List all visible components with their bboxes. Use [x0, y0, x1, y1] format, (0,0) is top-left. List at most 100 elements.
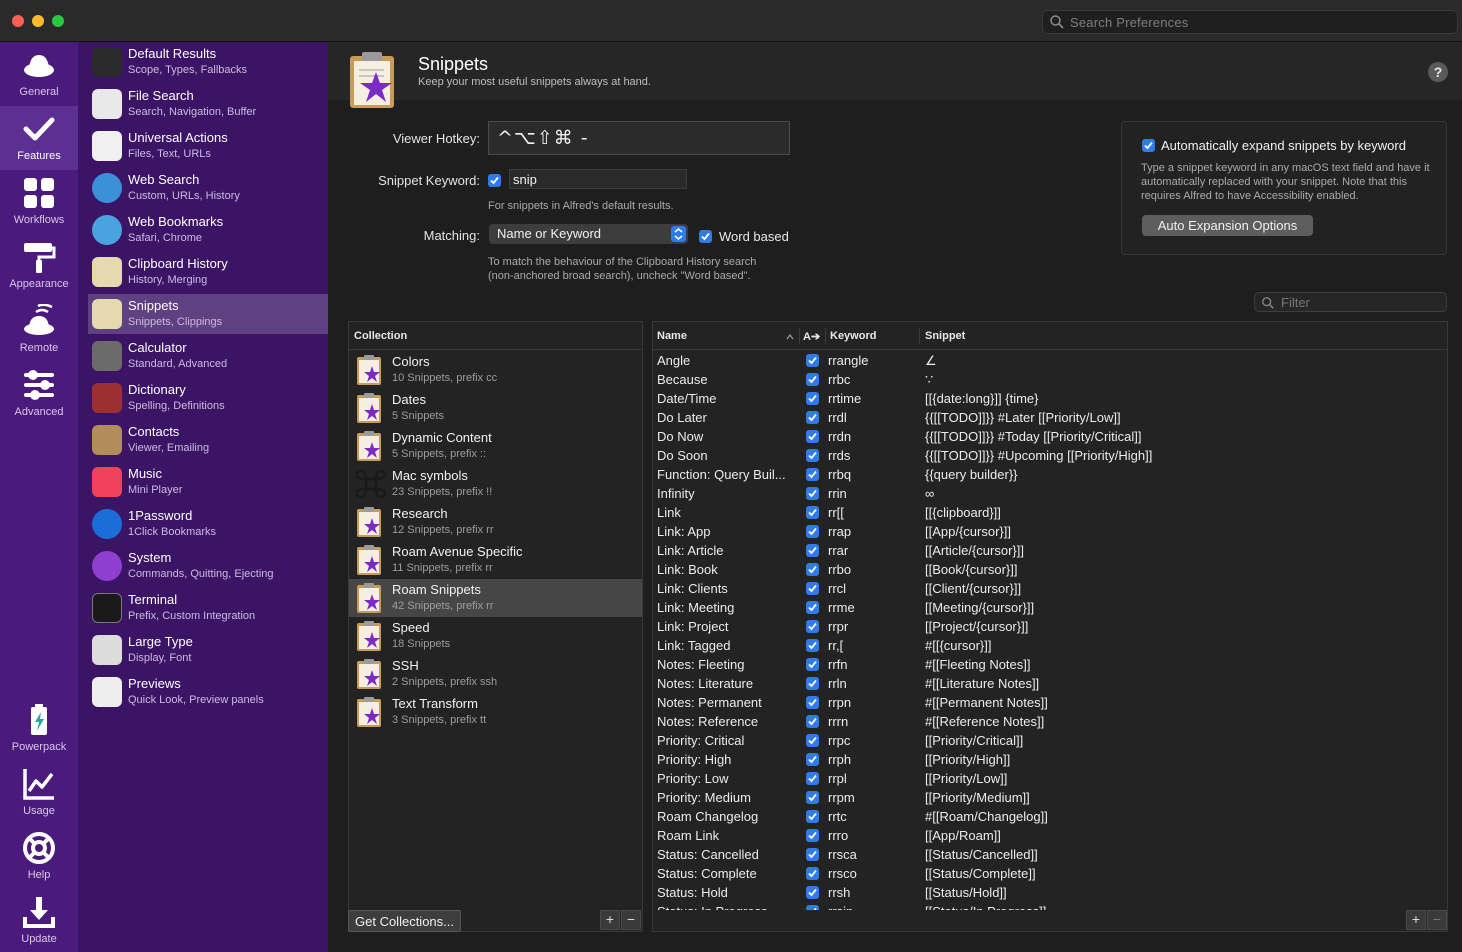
auto-expand-row-checkbox[interactable] — [806, 677, 819, 690]
auto-expand-row-checkbox[interactable] — [806, 639, 819, 652]
rail-item-general[interactable]: General — [0, 42, 78, 106]
table-row[interactable]: Infinity rrin ∞ — [653, 484, 1447, 503]
rail-item-workflows[interactable]: Workflows — [0, 170, 78, 234]
collection-item[interactable]: Dynamic Content 5 Snippets, prefix :: — [349, 427, 642, 465]
rail-item-advanced[interactable]: Advanced — [0, 362, 78, 426]
table-row[interactable]: Because rrbc ∵ — [653, 370, 1447, 389]
auto-expand-row-checkbox[interactable] — [806, 525, 819, 538]
rail-item-powerpack[interactable]: Powerpack — [0, 697, 78, 761]
collection-item[interactable]: Roam Avenue Specific 11 Snippets, prefix … — [349, 541, 642, 579]
table-row[interactable]: Notes: Permanent rrpn #[[Permanent Notes]] — [653, 693, 1447, 712]
feature-item-system[interactable]: System Commands, Quitting, Ejecting — [88, 546, 328, 586]
remove-collection-button[interactable]: − — [621, 910, 641, 930]
table-row[interactable]: Priority: Critical rrpc [[Priority/Critica… — [653, 731, 1447, 750]
rail-item-appearance[interactable]: Appearance — [0, 234, 78, 298]
collection-item[interactable]: Research 12 Snippets, prefix rr — [349, 503, 642, 541]
column-name-header[interactable]: Name — [657, 330, 687, 342]
help-button[interactable]: ? — [1428, 62, 1448, 82]
collection-item[interactable]: Text Transform 3 Snippets, prefix tt — [349, 693, 642, 731]
get-collections-button[interactable]: Get Collections... — [348, 910, 461, 932]
auto-expand-row-checkbox[interactable] — [806, 658, 819, 671]
feature-item-contacts[interactable]: Contacts Viewer, Emailing — [88, 420, 328, 460]
viewer-hotkey-field[interactable]: ^⌥⇧⌘ - — [488, 121, 790, 155]
auto-expand-row-checkbox[interactable] — [806, 430, 819, 443]
table-row[interactable]: Do Later rrdl {{[[TODO]]}} #Later [[Priori… — [653, 408, 1447, 427]
remove-snippet-button[interactable]: − — [1427, 910, 1447, 930]
table-row[interactable]: Link: Meeting rrme [[Meeting/{cursor}]] — [653, 598, 1447, 617]
feature-item-terminal[interactable]: Terminal Prefix, Custom Integration — [88, 588, 328, 628]
auto-expand-row-checkbox[interactable] — [806, 449, 819, 462]
auto-expand-row-checkbox[interactable] — [806, 696, 819, 709]
column-snippet-header[interactable]: Snippet — [925, 330, 965, 342]
feature-item-music[interactable]: Music Mini Player — [88, 462, 328, 502]
collection-item[interactable]: Colors 10 Snippets, prefix cc — [349, 351, 642, 389]
table-row[interactable]: Notes: Reference rrrn #[[Reference Notes]] — [653, 712, 1447, 731]
auto-expand-row-checkbox[interactable] — [806, 715, 819, 728]
auto-expand-row-checkbox[interactable] — [806, 791, 819, 804]
word-based-checkbox[interactable] — [699, 230, 712, 243]
table-row[interactable]: Link rr[[[[{clipboard}]] — [653, 503, 1447, 522]
table-row[interactable]: Status: Hold rrsh [[Status/Hold]] — [653, 883, 1447, 902]
collection-item[interactable]: Speed 18 Snippets — [349, 617, 642, 655]
table-row[interactable]: Link: Book rrbo [[Book/{cursor}]] — [653, 560, 1447, 579]
auto-expand-row-checkbox[interactable] — [806, 582, 819, 595]
column-auto-header[interactable]: A➔ — [803, 330, 820, 343]
table-row[interactable]: Link: Article rrar [[Article/{cursor}]] — [653, 541, 1447, 560]
table-row[interactable]: Priority: High rrph [[Priority/High]] — [653, 750, 1447, 769]
minimize-window-button[interactable] — [32, 15, 44, 27]
auto-expand-row-checkbox[interactable] — [806, 829, 819, 842]
auto-expansion-options-button[interactable]: Auto Expansion Options — [1142, 215, 1313, 236]
table-row[interactable]: Link: Clients rrcl [[Client/{cursor}]] — [653, 579, 1447, 598]
auto-expand-row-checkbox[interactable] — [806, 392, 819, 405]
snippet-keyword-input[interactable]: snip — [509, 169, 687, 189]
rail-item-remote[interactable]: Remote — [0, 298, 78, 362]
auto-expand-row-checkbox[interactable] — [806, 373, 819, 386]
auto-expand-row-checkbox[interactable] — [806, 810, 819, 823]
table-row[interactable]: Roam Changelog rrtc #[[Roam/Changelog]] — [653, 807, 1447, 826]
snippet-keyword-checkbox[interactable] — [488, 174, 501, 187]
table-row[interactable]: Link: Project rrpr [[Project/{cursor}]] — [653, 617, 1447, 636]
table-row[interactable]: Link: App rrap [[App/{cursor}]] — [653, 522, 1447, 541]
feature-item-snippets[interactable]: Snippets Snippets, Clippings — [88, 294, 328, 334]
table-row[interactable]: Priority: Low rrpl [[Priority/Low]] — [653, 769, 1447, 788]
table-row[interactable]: Date/Time rrtime [[{date:long}]] {time} — [653, 389, 1447, 408]
table-row[interactable]: Link: Tagged rr,[#[[{cursor}]] — [653, 636, 1447, 655]
feature-item-default-results[interactable]: Default Results Scope, Types, Fallbacks — [88, 42, 328, 82]
auto-expand-row-checkbox[interactable] — [806, 601, 819, 614]
collection-item[interactable]: Roam Snippets 42 Snippets, prefix rr — [349, 579, 642, 617]
auto-expand-row-checkbox[interactable] — [806, 620, 819, 633]
feature-item-previews[interactable]: Previews Quick Look, Preview panels — [88, 672, 328, 712]
feature-item-web-search[interactable]: Web Search Custom, URLs, History — [88, 168, 328, 208]
auto-expand-row-checkbox[interactable] — [806, 544, 819, 557]
auto-expand-row-checkbox[interactable] — [806, 886, 819, 899]
table-row[interactable]: Do Soon rrds {{[[TODO]]}} #Upcoming [[Prio… — [653, 446, 1447, 465]
rail-item-usage[interactable]: Usage — [0, 761, 78, 825]
auto-expand-row-checkbox[interactable] — [806, 867, 819, 880]
auto-expand-row-checkbox[interactable] — [806, 563, 819, 576]
feature-item-calculator[interactable]: Calculator Standard, Advanced — [88, 336, 328, 376]
add-snippet-button[interactable]: + — [1406, 910, 1426, 930]
auto-expand-row-checkbox[interactable] — [806, 753, 819, 766]
table-row[interactable]: Angle rrangle ∠ — [653, 351, 1447, 370]
auto-expand-row-checkbox[interactable] — [806, 487, 819, 500]
table-row[interactable]: Priority: Medium rrpm [[Priority/Medium]] — [653, 788, 1447, 807]
table-row[interactable]: Status: Cancelled rrsca [[Status/Cancelled… — [653, 845, 1447, 864]
zoom-window-button[interactable] — [52, 15, 64, 27]
feature-item-large-type[interactable]: Large Type Display, Font — [88, 630, 328, 670]
rail-item-update[interactable]: Update — [0, 889, 78, 952]
feature-item-1password[interactable]: 1Password 1Click Bookmarks — [88, 504, 328, 544]
auto-expand-row-checkbox[interactable] — [806, 506, 819, 519]
table-row[interactable]: Notes: Fleeting rrfn #[[Fleeting Notes]] — [653, 655, 1447, 674]
table-row[interactable]: Status: Complete rrsco [[Status/Complete]] — [653, 864, 1447, 883]
auto-expand-row-checkbox[interactable] — [806, 772, 819, 785]
table-row[interactable]: Do Now rrdn {{[[TODO]]}} #Today [[Priority… — [653, 427, 1447, 446]
rail-item-help[interactable]: Help — [0, 825, 78, 889]
table-row[interactable]: Roam Link rrro [[App/Roam]] — [653, 826, 1447, 845]
feature-item-web-bookmarks[interactable]: Web Bookmarks Safari, Chrome — [88, 210, 328, 250]
feature-item-dictionary[interactable]: Dictionary Spelling, Definitions — [88, 378, 328, 418]
collection-item[interactable]: Dates 5 Snippets — [349, 389, 642, 427]
collection-item[interactable]: Mac symbols 23 Snippets, prefix !! — [349, 465, 642, 503]
column-keyword-header[interactable]: Keyword — [830, 330, 876, 342]
collection-item[interactable]: SSH 2 Snippets, prefix ssh — [349, 655, 642, 693]
auto-expand-row-checkbox[interactable] — [806, 734, 819, 747]
